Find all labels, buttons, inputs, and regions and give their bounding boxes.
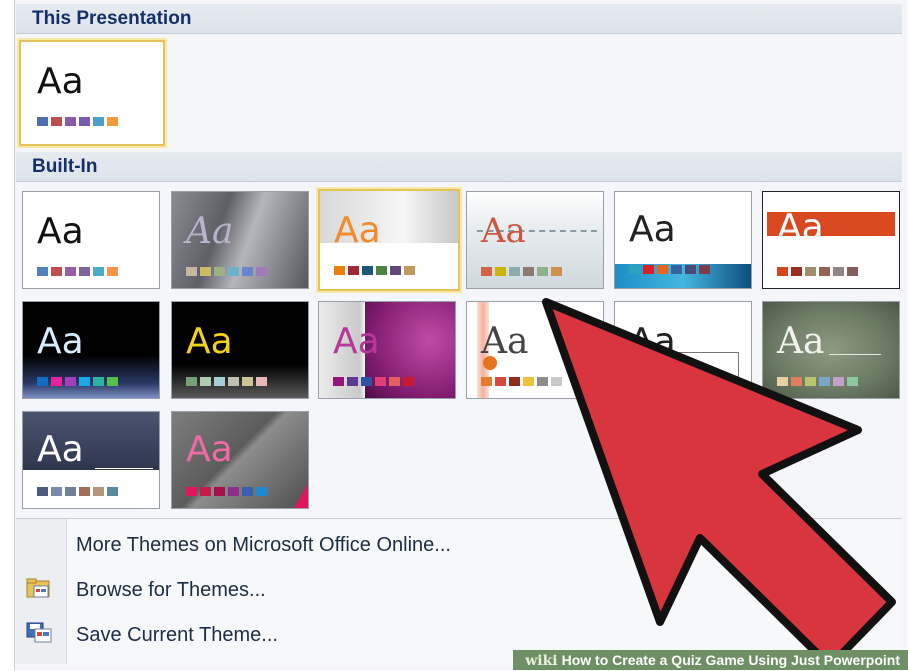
watermark-caption: How to Create a Quiz Game Using Just Pow… xyxy=(561,652,900,668)
wikihow-logo-text: wiki xyxy=(525,653,558,669)
wikihow-watermark: wiki How to Create a Quiz Game Using Just… xyxy=(513,650,908,670)
arrow-cursor-icon xyxy=(542,298,896,670)
